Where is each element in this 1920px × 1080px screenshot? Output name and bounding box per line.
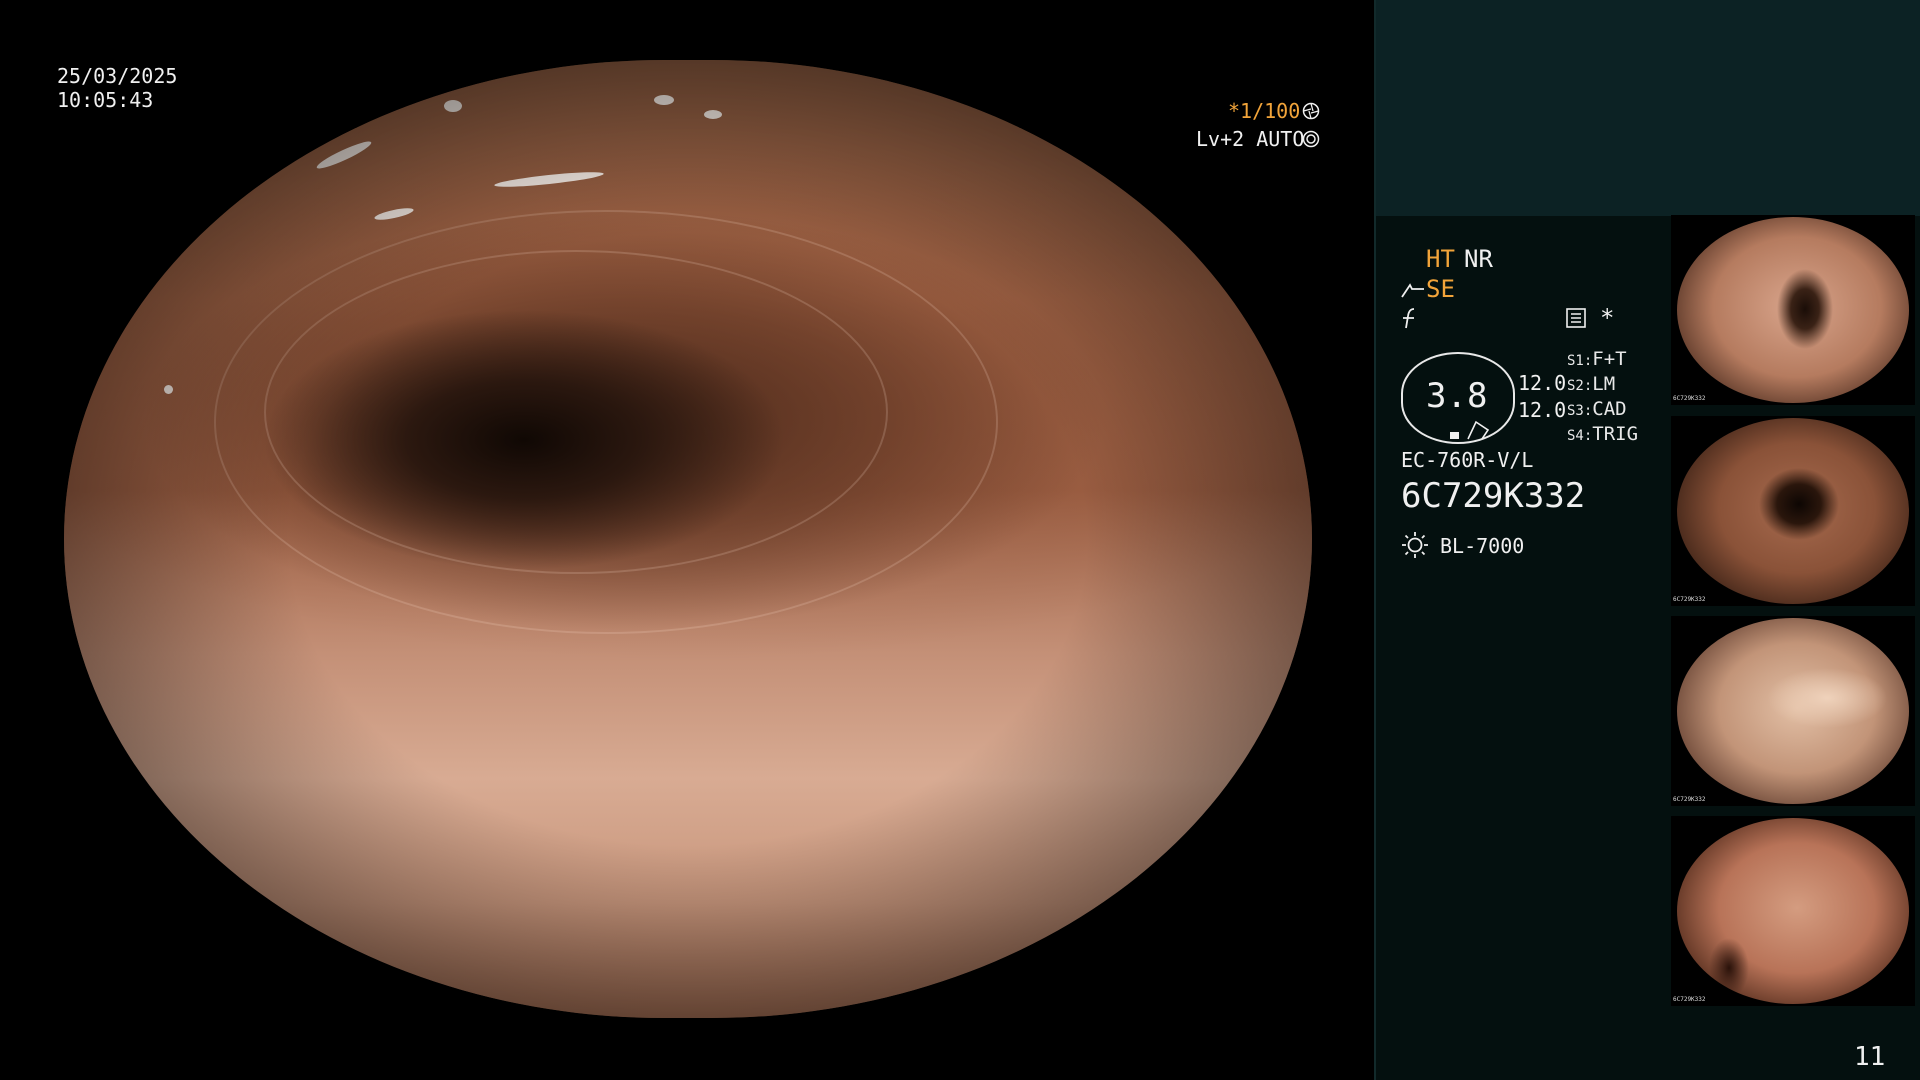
scope-serial: 6C729K332 — [1401, 476, 1586, 516]
gauge-upper: 12.0 — [1518, 371, 1567, 395]
thumbnail-3[interactable]: 6C729K332 — [1671, 616, 1915, 806]
ht-indicator: HT — [1426, 245, 1455, 273]
date-label: 25/03/2025 — [57, 64, 178, 88]
endoscopic-image — [64, 60, 1312, 1018]
settings-icon — [1566, 308, 1586, 328]
thumbnail-image — [1677, 818, 1909, 1004]
thumbnail-serial: 6C729K332 — [1673, 596, 1706, 603]
thumbnail-serial: 6C729K332 — [1673, 796, 1706, 803]
lamp-icon — [1402, 532, 1428, 558]
thumbnail-image — [1677, 418, 1909, 604]
switch-item: S2:LM — [1567, 373, 1616, 395]
gauge-value: 3.8 — [1426, 376, 1488, 416]
asterisk-mark: * — [1600, 304, 1615, 332]
time-label: 10:05:43 — [57, 88, 154, 112]
thumbnail-2[interactable]: 6C729K332 — [1671, 416, 1915, 606]
thumbnail-1[interactable]: 6C729K332 — [1671, 215, 1915, 405]
scope-tip-icon — [1450, 420, 1490, 440]
switch-item: S3:CAD — [1567, 398, 1627, 420]
image-counter: 11 — [1854, 1042, 1886, 1072]
scope-model: EC-760R-V/L — [1401, 448, 1534, 472]
gauge-lower: 12.0 — [1518, 398, 1567, 422]
shutter-label: *1/100 — [1228, 99, 1301, 123]
switch-list: S1:F+T S2:LM S3:CAD S4:TRIG — [1567, 348, 1638, 448]
thumbnail-image — [1677, 618, 1909, 804]
target-icon — [1302, 130, 1320, 148]
vignette — [64, 60, 1312, 1018]
switch-item: S4:TRIG — [1567, 423, 1639, 445]
strike-icon — [1403, 308, 1415, 329]
thumbnail-serial: 6C729K332 — [1673, 996, 1706, 1003]
se-indicator: SE — [1426, 275, 1455, 303]
panel-divider — [1374, 0, 1376, 1080]
light-source-label: BL-7000 — [1440, 534, 1525, 558]
thumbnail-image — [1677, 217, 1909, 403]
aperture-icon — [1302, 102, 1320, 120]
switch-item: S1:F+T — [1567, 348, 1627, 370]
thumbnail-4[interactable]: 6C729K332 — [1671, 816, 1915, 1006]
knife-icon — [1401, 283, 1424, 298]
panel-header-area — [1374, 0, 1920, 216]
nr-indicator: NR — [1464, 245, 1493, 273]
light-level-label: Lv+2 AUTO — [1196, 127, 1305, 151]
thumbnail-serial: 6C729K332 — [1673, 395, 1706, 402]
